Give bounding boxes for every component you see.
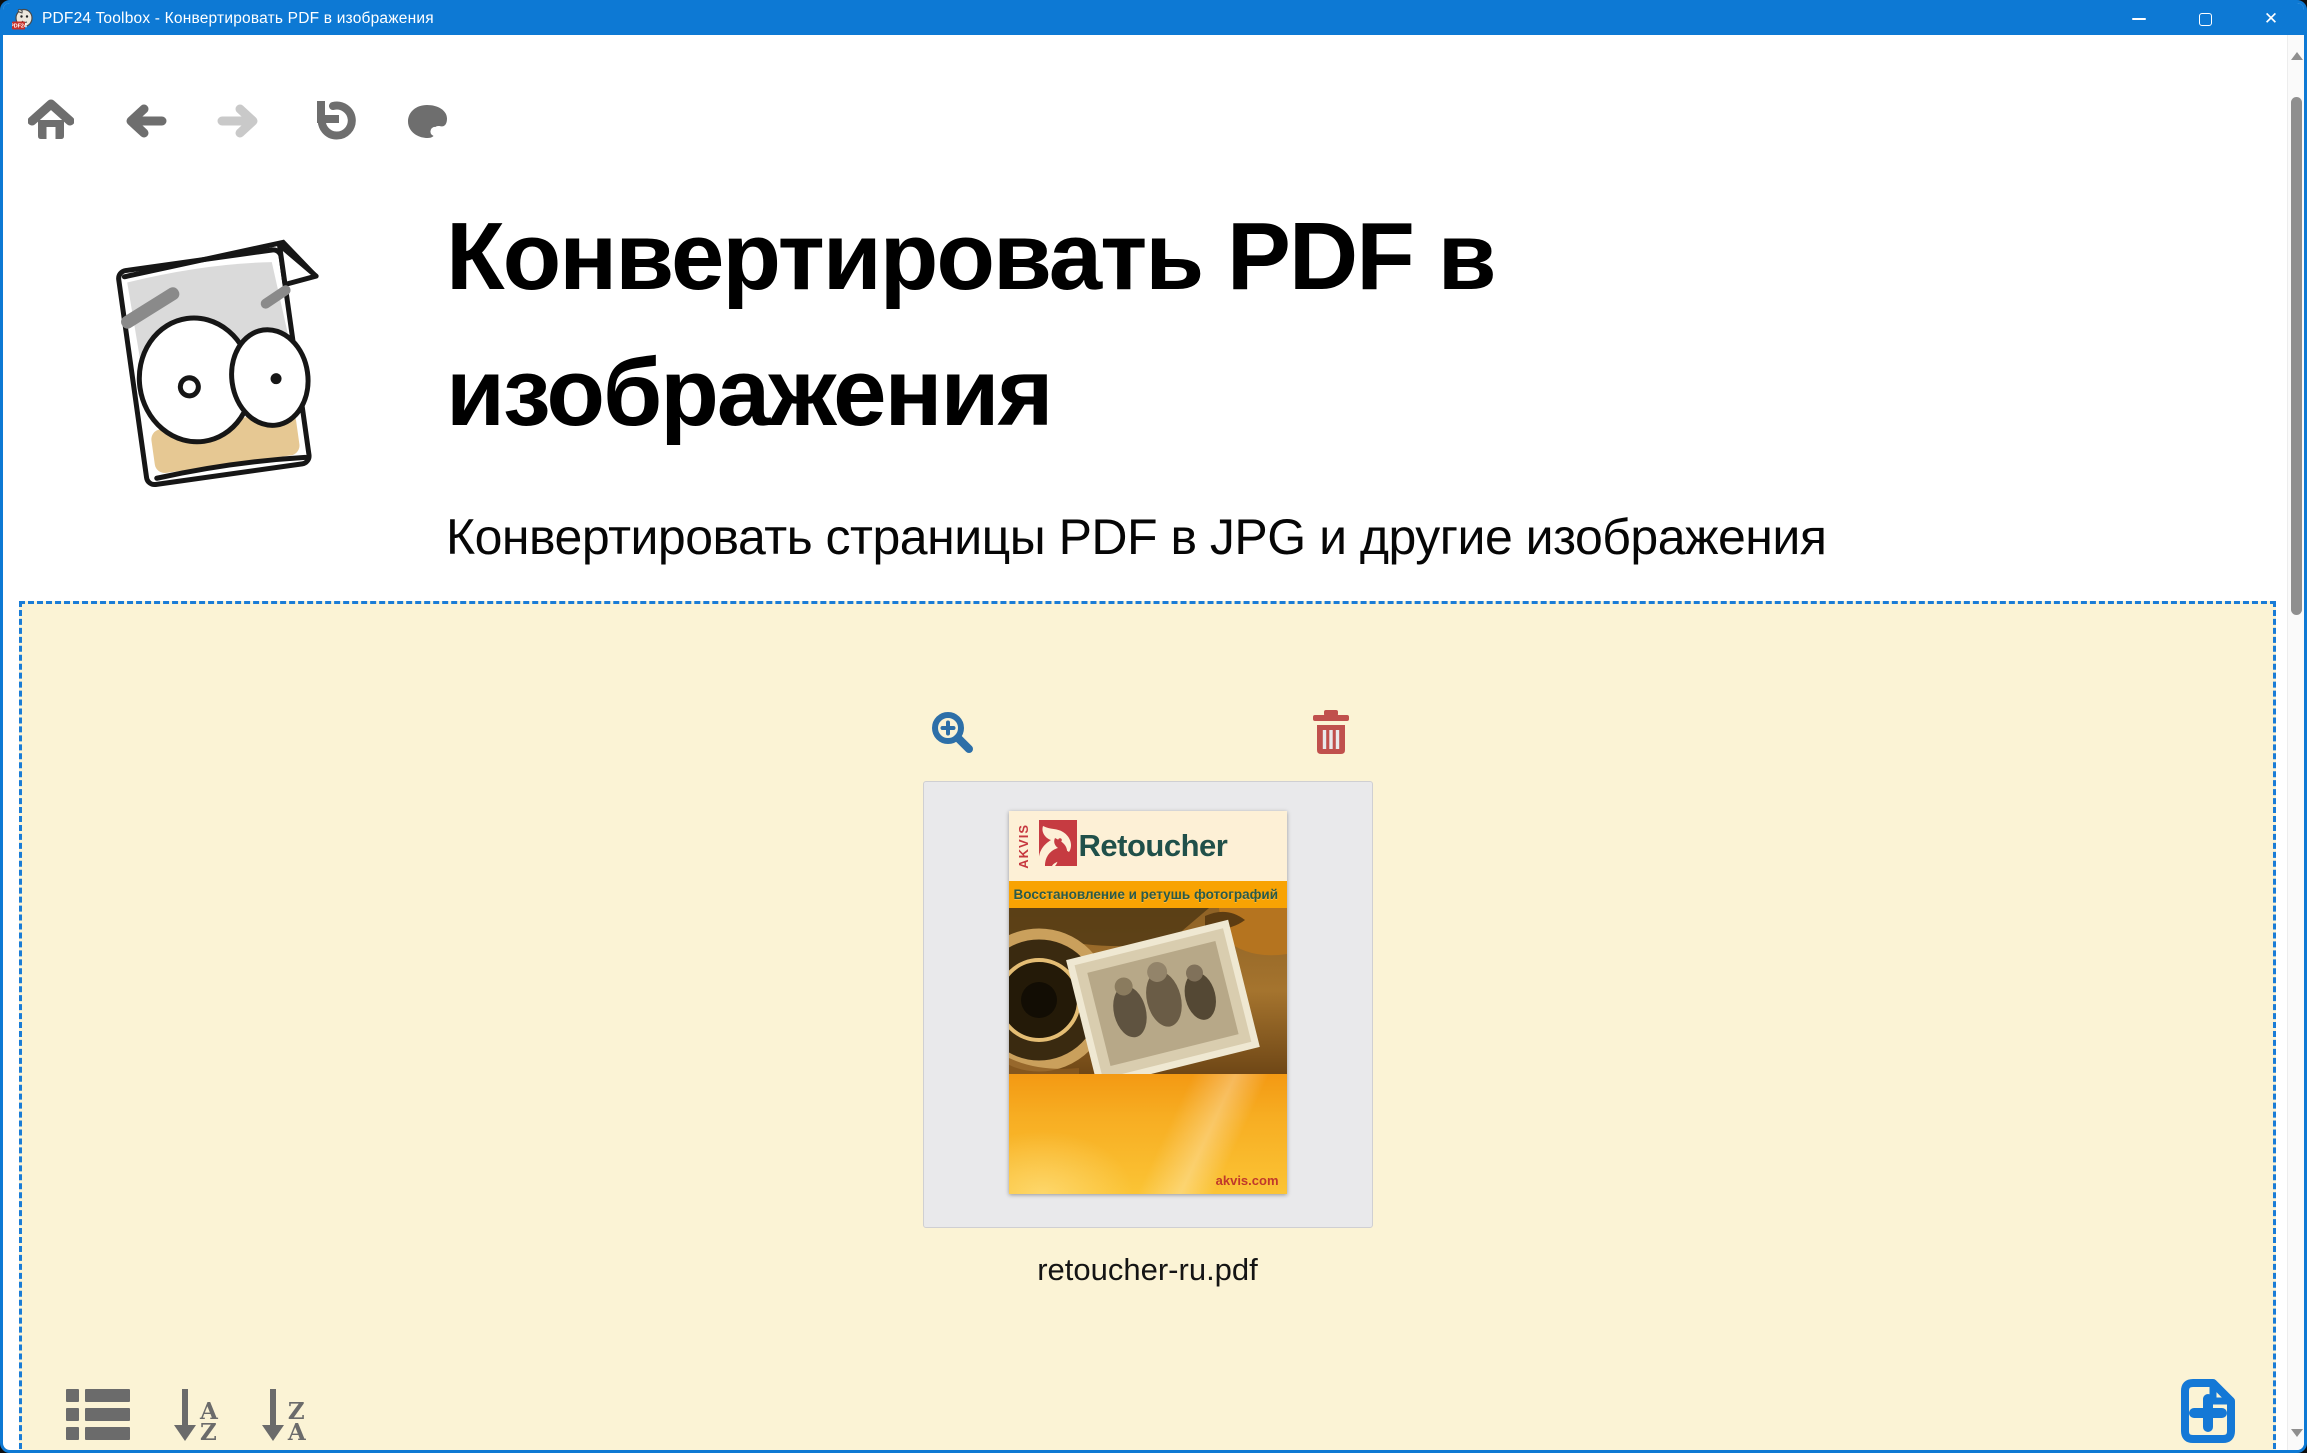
list-controls: A Z Z A: [66, 1387, 306, 1443]
minimize-icon: [2132, 18, 2146, 20]
zoom-preview-button[interactable]: [929, 708, 977, 758]
file-drop-zone[interactable]: AKVIS Retoucher Восстановление и ретушь …: [19, 601, 2276, 1453]
page-subtitle: Конвертировать страницы PDF в JPG и друг…: [446, 508, 2146, 566]
file-name-label: retoucher-ru.pdf: [923, 1252, 1373, 1288]
file-item: AKVIS Retoucher Восстановление и ретушь …: [923, 708, 1373, 1453]
sort-letter-bottom: A: [288, 1422, 306, 1443]
sort-az-button[interactable]: A Z: [174, 1387, 218, 1443]
cover-product-name: Retoucher: [1079, 828, 1228, 864]
navigation-toolbar: [28, 98, 450, 144]
cover-footer: akvis.com: [1009, 1074, 1287, 1194]
page-header: Конвертировать PDF в изображения Конверт…: [446, 189, 2146, 566]
pdf24-app-icon: PDF24: [12, 8, 34, 30]
title-bar[interactable]: PDF24 PDF24 Toolbox - Конвертировать PDF…: [3, 3, 2304, 35]
back-button[interactable]: [122, 98, 168, 144]
scrollbar-thumb[interactable]: [2291, 97, 2302, 615]
page-title: Конвертировать PDF в изображения: [446, 189, 1766, 462]
akvis-horse-logo: [1031, 820, 1077, 872]
sort-za-button[interactable]: Z A: [262, 1387, 306, 1443]
app-window: PDF24 PDF24 Toolbox - Конвертировать PDF…: [0, 0, 2307, 1453]
scroll-up-button[interactable]: [2288, 43, 2305, 69]
sort-down-arrow-icon: [174, 1387, 196, 1443]
scroll-down-icon: [2291, 1429, 2303, 1437]
forward-button-disabled[interactable]: [216, 98, 262, 144]
pdf-thumbnail: AKVIS Retoucher Восстановление и ретушь …: [1009, 811, 1287, 1194]
file-item-actions: [923, 708, 1373, 758]
theme-palette-button[interactable]: [404, 98, 450, 144]
close-button[interactable]: ✕: [2238, 3, 2304, 35]
scroll-up-icon: [2291, 52, 2303, 60]
tool-logo-sketch: [89, 225, 341, 497]
sort-down-arrow-icon: [262, 1387, 284, 1443]
cover-brand-vertical: AKVIS: [1017, 824, 1030, 869]
vertical-scrollbar[interactable]: [2287, 35, 2304, 1450]
svg-text:PDF24: PDF24: [12, 24, 27, 30]
scroll-down-button[interactable]: [2288, 1420, 2305, 1446]
cover-site-url: akvis.com: [1216, 1173, 1279, 1188]
add-file-button[interactable]: [2173, 1375, 2245, 1447]
cover-header: AKVIS Retoucher: [1009, 811, 1287, 881]
sort-az-letters: A Z: [200, 1401, 218, 1443]
minimize-button[interactable]: [2106, 3, 2172, 35]
cover-tagline: Восстановление и ретушь фотографий: [1009, 881, 1287, 908]
undo-reset-button[interactable]: [310, 98, 356, 144]
maximize-button[interactable]: [2172, 3, 2238, 35]
close-icon: ✕: [2264, 11, 2278, 28]
list-view-button[interactable]: [66, 1387, 130, 1443]
file-card[interactable]: AKVIS Retoucher Восстановление и ретушь …: [923, 781, 1373, 1228]
maximize-icon: [2199, 13, 2212, 26]
sort-letter-bottom: Z: [200, 1422, 218, 1443]
home-button[interactable]: [28, 98, 74, 144]
cover-photo-collage: [1009, 908, 1287, 1074]
delete-file-button[interactable]: [1309, 708, 1353, 758]
window-controls: ✕: [2106, 3, 2304, 35]
sort-za-letters: Z A: [288, 1401, 306, 1443]
window-title: PDF24 Toolbox - Конвертировать PDF в изо…: [42, 10, 434, 28]
